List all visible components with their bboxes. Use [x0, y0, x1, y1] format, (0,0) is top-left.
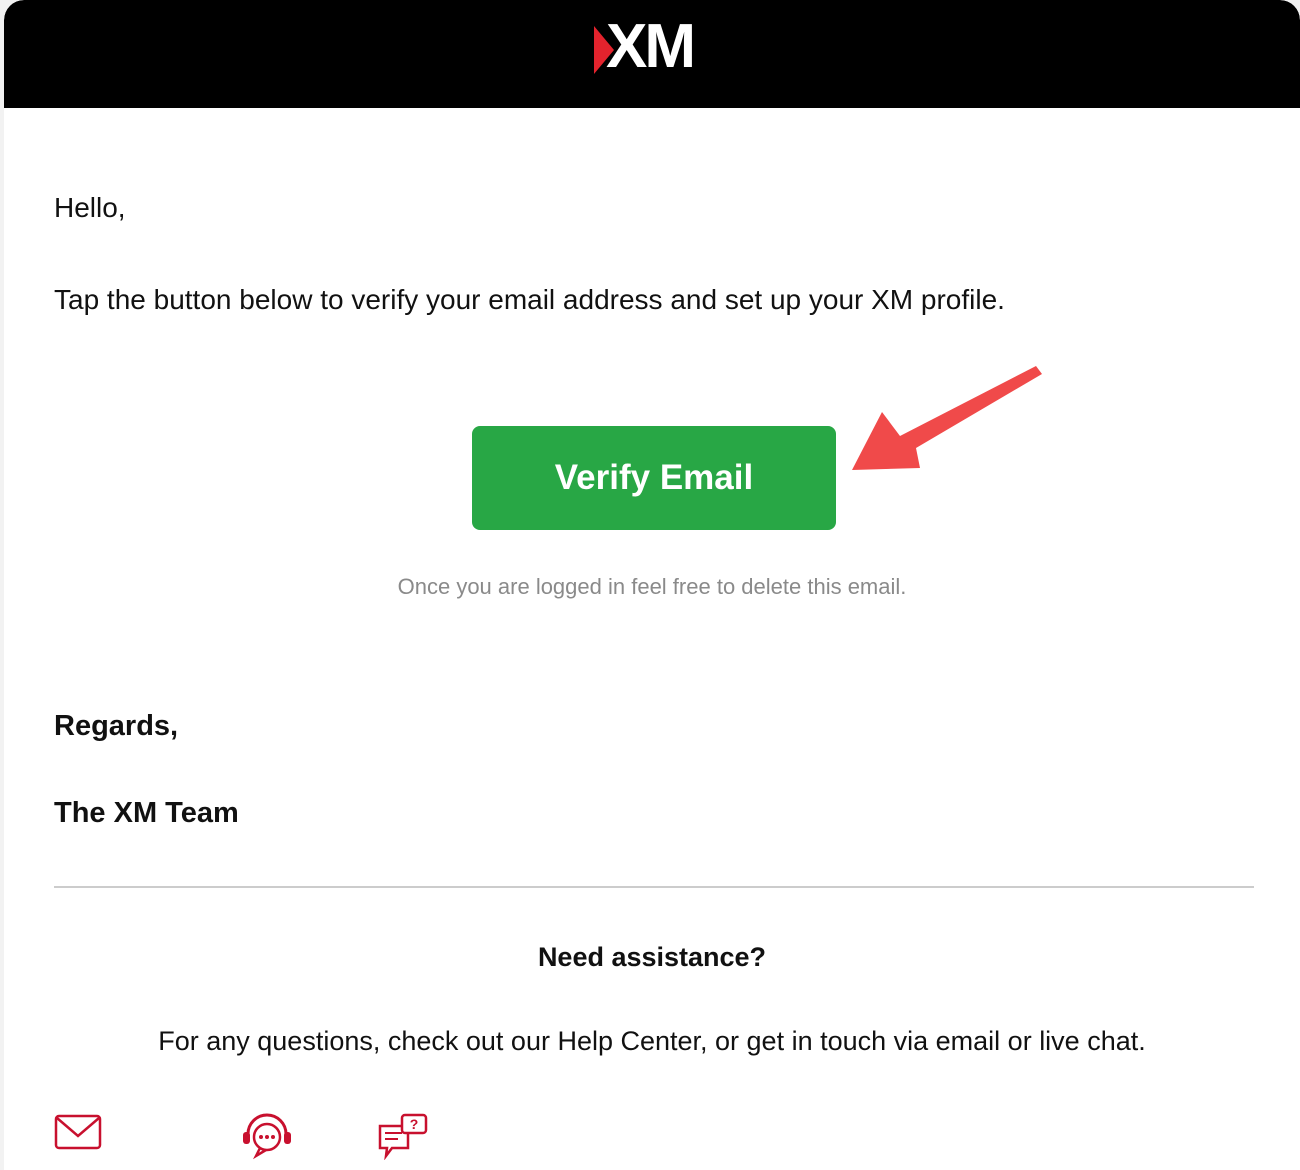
regards-text: Regards,	[54, 710, 179, 742]
xm-logo: XM	[594, 16, 722, 78]
divider	[54, 886, 1254, 888]
greeting: Hello,	[54, 192, 126, 223]
verify-email-button[interactable]: Verify Email	[472, 426, 836, 530]
intro-text: Tap the button below to verify your emai…	[54, 284, 1005, 315]
help-center-faq-icon[interactable]: ?	[376, 1112, 430, 1160]
mail-icon[interactable]	[54, 1112, 102, 1152]
annotation-arrow-icon	[852, 366, 1042, 470]
assistance-text: For any questions, check out our Help Ce…	[158, 1026, 1146, 1056]
email-container: XM Hello, Tap the button below to verify…	[4, 0, 1300, 1170]
email-header: XM	[4, 0, 1300, 108]
live-chat-support-icon[interactable]	[240, 1110, 294, 1160]
delete-note: Once you are logged in feel free to dele…	[397, 574, 907, 599]
signature-text: The XM Team	[54, 797, 239, 829]
logo-text: XM	[606, 12, 696, 81]
svg-text:?: ?	[410, 1116, 419, 1132]
assistance-title: Need assistance?	[537, 942, 767, 972]
